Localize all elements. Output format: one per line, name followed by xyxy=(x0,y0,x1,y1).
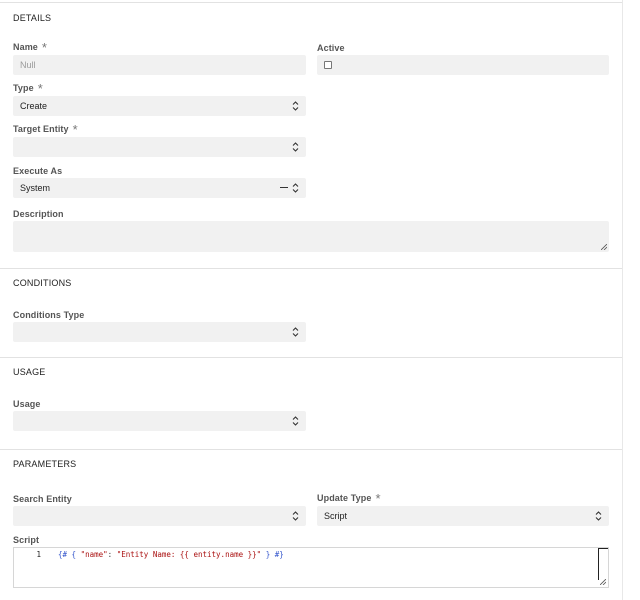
code-line: {# { "name": "Entity Name: {{ entity.nam… xyxy=(58,550,284,559)
name-label: Name * xyxy=(13,40,48,55)
code-open: {# { xyxy=(58,550,77,559)
type-label: Type * xyxy=(13,81,43,96)
active-label: Active xyxy=(317,43,345,53)
page-right-divider xyxy=(622,0,623,600)
conditions-type-select[interactable] xyxy=(13,322,306,342)
conditions-type-label: Conditions Type xyxy=(13,310,85,320)
usage-section: USAGE xyxy=(0,357,622,449)
chevron-updown-icon xyxy=(292,101,299,111)
update-type-select[interactable]: Script xyxy=(317,506,609,526)
code-key: "name" xyxy=(80,550,108,559)
required-asterisk: * xyxy=(375,491,381,506)
chevron-updown-icon xyxy=(292,416,299,426)
execute-as-label: Execute As xyxy=(13,166,63,176)
chevron-updown-icon xyxy=(595,511,602,521)
active-checkbox[interactable] xyxy=(324,61,332,69)
name-input[interactable]: Null xyxy=(13,55,306,75)
type-select-value: Create xyxy=(20,101,48,111)
update-type-label: Update Type * xyxy=(317,491,381,506)
resize-handle-icon[interactable] xyxy=(600,579,606,585)
details-section-title: DETAILS xyxy=(13,13,52,23)
required-asterisk: * xyxy=(37,81,43,96)
chevron-updown-icon xyxy=(292,142,299,152)
search-entity-label: Search Entity xyxy=(13,494,72,504)
required-asterisk: * xyxy=(72,122,78,137)
parameters-section-title: PARAMETERS xyxy=(13,459,77,469)
usage-section-title: USAGE xyxy=(13,367,46,377)
conditions-section-title: CONDITIONS xyxy=(13,278,72,288)
chevron-updown-icon xyxy=(292,183,299,193)
search-entity-select[interactable] xyxy=(13,506,306,526)
code-colon: : xyxy=(107,550,117,559)
active-field xyxy=(317,55,609,75)
code-value: "Entity Name: {{ entity.name }}" xyxy=(116,550,262,559)
target-entity-label: Target Entity * xyxy=(13,122,78,137)
type-select[interactable]: Create xyxy=(13,96,306,116)
execute-as-value: System xyxy=(20,183,51,193)
description-textarea[interactable] xyxy=(13,221,609,252)
description-label: Description xyxy=(13,209,64,219)
execute-as-select[interactable]: System xyxy=(13,178,306,198)
script-editor[interactable]: 1 {# { "name": "Entity Name: {{ entity.n… xyxy=(13,547,609,588)
update-type-value: Script xyxy=(324,511,348,521)
code-close: } #} xyxy=(265,550,284,559)
required-asterisk: * xyxy=(41,40,48,55)
editor-scrollbar[interactable] xyxy=(598,548,608,580)
chevron-updown-icon xyxy=(292,327,299,337)
name-placeholder: Null xyxy=(20,60,36,70)
entity-action-form: DETAILS Name * Null Active Type * Create T… xyxy=(0,0,640,600)
conditions-section: CONDITIONS xyxy=(0,268,622,358)
resize-handle-icon[interactable] xyxy=(601,244,607,250)
usage-label: Usage xyxy=(13,399,41,409)
script-label: Script xyxy=(13,535,40,545)
target-entity-select[interactable] xyxy=(13,137,306,157)
line-number: 1 xyxy=(36,550,41,559)
chevron-updown-icon xyxy=(292,511,299,521)
clear-dash-icon[interactable] xyxy=(280,187,288,188)
usage-select[interactable] xyxy=(13,411,306,431)
